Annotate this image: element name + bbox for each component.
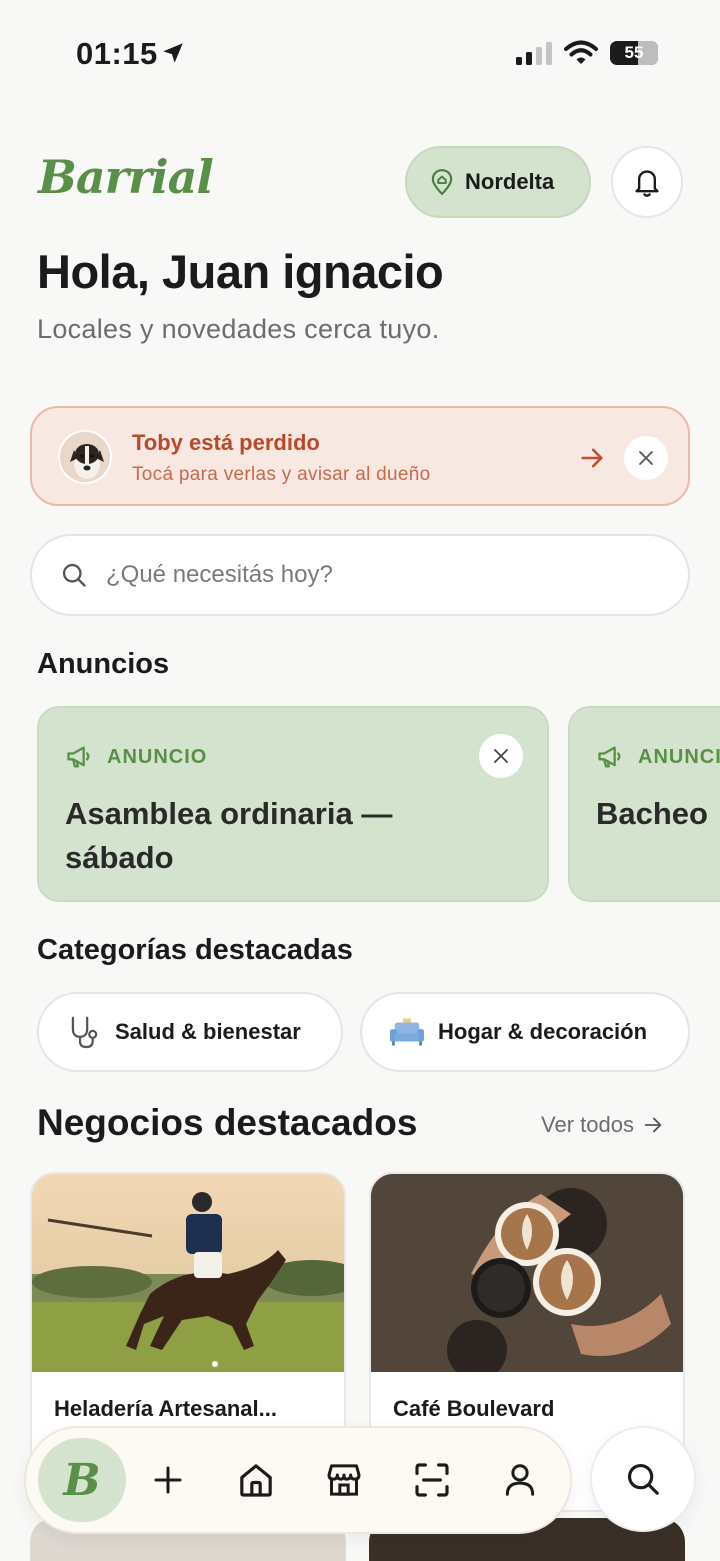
category-salud[interactable]: Salud & bienestar [37, 992, 343, 1072]
tab-barrial-home[interactable]: B [38, 1438, 126, 1522]
location-label: Nordelta [465, 169, 555, 194]
polo-player-photo [32, 1174, 344, 1372]
search-icon [627, 1463, 659, 1495]
business-name: Café Boulevard [393, 1396, 555, 1421]
location-arrow-icon [163, 43, 183, 63]
tab-add[interactable] [130, 1442, 206, 1518]
stethoscope-icon [71, 1016, 98, 1049]
categories-title: Categorías destacadas [37, 934, 353, 966]
store-icon [327, 1464, 361, 1496]
status-time: 01:15 [76, 36, 158, 71]
signal-icon [516, 42, 552, 65]
tab-profile[interactable] [482, 1442, 558, 1518]
scan-icon [415, 1463, 449, 1497]
dismiss-announcement-button[interactable] [479, 734, 523, 778]
arrow-right-icon [644, 1117, 662, 1133]
announcement-tag: ANUNCIO [596, 744, 720, 770]
announcement-tag: ANUNCIO [65, 744, 207, 770]
wifi-icon [564, 40, 598, 64]
announcement-card[interactable]: ANUNCIO Asamblea ordinaria — sábado [37, 706, 549, 902]
announcements-title: Anuncios [37, 648, 170, 680]
pet-avatar [58, 430, 112, 484]
lost-pet-banner[interactable]: Toby está perdido Tocá para verlas y avi… [30, 406, 690, 506]
battery-indicator: 55 [610, 41, 658, 65]
businesses-title: Negocios destacados [37, 1102, 418, 1143]
map-pin-home-icon [431, 169, 453, 196]
dismiss-lost-pet-button[interactable] [624, 436, 668, 480]
bell-icon [635, 170, 659, 197]
status-bar: 01:15 55 [0, 0, 720, 100]
business-name: Heladería Artesanal... [54, 1396, 277, 1421]
coffee-cups-photo [371, 1174, 683, 1372]
search-icon [62, 563, 86, 587]
sofa-icon [390, 1018, 424, 1046]
location-selector[interactable]: Nordelta [405, 146, 591, 218]
close-icon [639, 451, 653, 465]
greeting-subtitle: Locales y novedades cerca tuyo. [37, 314, 440, 344]
user-icon [505, 1464, 535, 1496]
search-fab[interactable] [590, 1426, 696, 1532]
bottom-tab-bar: B [24, 1426, 572, 1534]
megaphone-icon [67, 746, 90, 768]
plus-icon [154, 1466, 182, 1494]
search-bar[interactable] [30, 534, 690, 616]
tab-home[interactable] [218, 1442, 294, 1518]
category-label: Hogar & decoración [438, 1019, 648, 1044]
home-icon [240, 1464, 272, 1497]
announcement-title: Asamblea ordinaria — sábado [65, 796, 393, 875]
see-all-link[interactable]: Ver todos [541, 1112, 664, 1138]
tab-store[interactable] [306, 1442, 382, 1518]
search-input[interactable] [106, 561, 626, 589]
greeting-title: Hola, Juan ignacio [37, 245, 444, 298]
lost-pet-subtitle: Tocá para verlas y avisar al dueño [132, 464, 431, 485]
close-icon [494, 749, 508, 763]
app-logo: Barrial [38, 150, 214, 204]
announcement-card[interactable]: ANUNCIO Bacheo [568, 706, 720, 902]
category-hogar[interactable]: Hogar & decoración [360, 992, 690, 1072]
tab-scan[interactable] [394, 1442, 470, 1518]
announcement-title: Bacheo [596, 796, 708, 831]
megaphone-icon [598, 746, 621, 768]
category-label: Salud & bienestar [115, 1019, 301, 1044]
arrow-right-icon[interactable] [578, 444, 606, 472]
notifications-button[interactable] [611, 146, 683, 218]
lost-pet-title: Toby está perdido [132, 430, 320, 455]
